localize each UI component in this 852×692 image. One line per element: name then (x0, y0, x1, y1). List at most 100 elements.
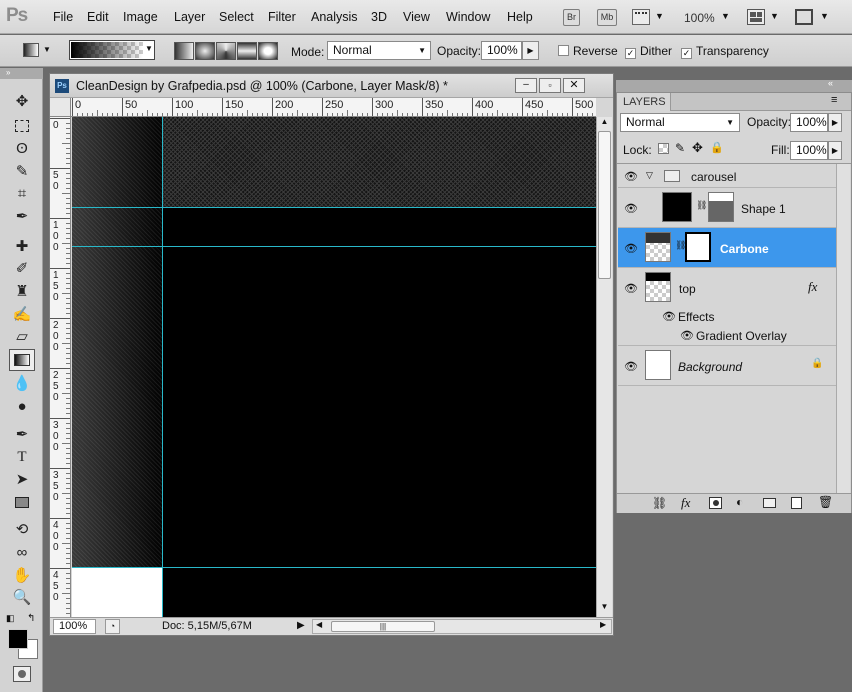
transparency-check[interactable]: ✓ (681, 48, 692, 59)
status-menu-arrow-icon[interactable]: ▶ (297, 619, 309, 634)
layers-tab[interactable]: LAYERS (617, 93, 671, 111)
new-layer-icon[interactable] (791, 497, 802, 509)
gradient-tool-icon[interactable] (9, 349, 35, 371)
add-mask-icon[interactable] (709, 497, 722, 509)
chevron-down-icon[interactable]: ▼ (820, 11, 829, 21)
panel-menu-icon[interactable]: ≡ (831, 94, 837, 106)
zoom-tool-icon[interactable]: 🔍 (9, 587, 35, 609)
expand-triangle-icon[interactable]: ▽ (646, 170, 653, 181)
menu-layer[interactable]: Layer (174, 10, 205, 24)
bridge-button[interactable]: Br (563, 9, 580, 26)
collapse-panel-icon[interactable]: « (828, 78, 833, 88)
scroll-up-icon[interactable]: ▲ (597, 117, 612, 129)
layer-row-carousel[interactable]: 👁 ▽ carousel (618, 164, 837, 188)
gradient-picker[interactable]: ▼ (69, 40, 155, 60)
fill-slider-arrow-icon[interactable]: ▶ (828, 141, 842, 160)
crop-tool-icon[interactable]: ⌗ (9, 183, 35, 205)
new-group-icon[interactable] (763, 498, 776, 508)
visibility-eye-icon[interactable]: 👁 (680, 329, 694, 342)
transparency-checkbox[interactable]: ✓ Transparency (681, 44, 769, 59)
history-brush-tool-icon[interactable]: ✍ (9, 304, 35, 326)
horizontal-scrollbar[interactable]: ◀ ||| ▶ (312, 619, 612, 634)
move-tool-icon[interactable]: ✥ (9, 91, 35, 113)
visibility-eye-icon[interactable]: 👁 (624, 360, 638, 373)
clone-stamp-tool-icon[interactable]: ♜ (9, 281, 35, 303)
menu-file[interactable]: File (53, 10, 73, 24)
screen-mode-icon[interactable] (795, 9, 813, 25)
reverse-checkbox[interactable]: Reverse (558, 44, 618, 58)
lock-all-icon[interactable]: 🔒 (710, 141, 724, 154)
layer-mask-thumbnail[interactable] (685, 232, 711, 262)
layer-row-background[interactable]: 👁 Background 🔒 (618, 346, 837, 386)
mode-select[interactable]: Normal ▼ (327, 41, 431, 60)
lock-position-icon[interactable]: ✥ (692, 140, 703, 156)
3d-orbit-tool-icon[interactable]: ∞ (9, 542, 35, 564)
chevron-down-icon[interactable]: ▼ (721, 11, 730, 21)
blend-mode-select[interactable]: Normal ▼ (620, 113, 740, 132)
scroll-right-icon[interactable]: ▶ (600, 620, 606, 629)
collapse-icon[interactable]: » (0, 68, 43, 79)
vertical-guide[interactable] (162, 117, 163, 617)
visibility-eye-icon[interactable]: 👁 (662, 310, 676, 323)
dither-checkbox[interactable]: ✓ Dither (625, 44, 672, 59)
default-colors-icon[interactable]: ◧ (6, 613, 15, 624)
visibility-eye-icon[interactable]: 👁 (624, 202, 638, 215)
horizontal-guide[interactable] (72, 246, 596, 247)
arrange-documents-icon[interactable] (747, 9, 765, 25)
menu-window[interactable]: Window (446, 10, 490, 24)
mini-bridge-button[interactable]: Mb (597, 9, 617, 26)
lock-transparent-icon[interactable] (658, 143, 669, 154)
fx-icon[interactable]: fx (808, 279, 817, 295)
close-button[interactable]: ✕ (563, 78, 585, 93)
opacity-input[interactable]: 100% (481, 41, 522, 60)
link-layers-icon[interactable]: ⛓ (652, 496, 667, 510)
status-zoom-input[interactable]: 100% (53, 619, 96, 634)
ruler-origin[interactable] (50, 98, 71, 117)
menu-select[interactable]: Select (219, 10, 254, 24)
visibility-eye-icon[interactable]: 👁 (624, 242, 638, 255)
minimize-button[interactable]: – (515, 78, 537, 93)
diamond-gradient-button[interactable] (258, 42, 278, 60)
adjustment-layer-icon[interactable]: ◐ (736, 495, 743, 509)
visibility-eye-icon[interactable]: 👁 (624, 282, 638, 295)
chevron-down-icon[interactable]: ▼ (145, 44, 153, 53)
hand-tool-icon[interactable]: ✋ (9, 565, 35, 587)
gradient-overlay-row[interactable]: 👁 Gradient Overlay (618, 326, 837, 346)
status-info-icon[interactable]: ◔ (105, 619, 120, 634)
horizontal-guide[interactable] (72, 567, 596, 568)
vector-mask-thumbnail[interactable] (708, 192, 734, 222)
horizontal-scroll-thumb[interactable]: ||| (331, 621, 435, 632)
quick-mask-icon[interactable] (13, 666, 31, 682)
menu-image[interactable]: Image (123, 10, 158, 24)
type-tool-icon[interactable]: T (9, 446, 35, 468)
pen-tool-icon[interactable]: ✒ (9, 424, 35, 446)
radial-gradient-button[interactable] (195, 42, 215, 60)
scroll-down-icon[interactable]: ▼ (597, 602, 612, 614)
lasso-tool-icon[interactable]: ʘ (9, 138, 35, 160)
blur-tool-icon[interactable]: 💧 (9, 373, 35, 395)
reverse-check[interactable] (558, 45, 569, 56)
path-selection-tool-icon[interactable]: ➤ (9, 469, 35, 491)
zoom-level[interactable]: 100% (684, 11, 715, 25)
effects-row[interactable]: 👁 Effects (618, 308, 837, 326)
horizontal-guide[interactable] (72, 207, 596, 208)
dither-check[interactable]: ✓ (625, 48, 636, 59)
chevron-down-icon[interactable]: ▼ (770, 11, 779, 21)
menu-3d[interactable]: 3D (371, 10, 387, 24)
add-layer-style-icon[interactable]: fx (681, 495, 690, 511)
vertical-scroll-thumb[interactable] (598, 131, 611, 279)
opacity-slider-arrow-icon[interactable]: ▶ (522, 41, 539, 60)
brush-tool-icon[interactable]: ✐ (9, 258, 35, 280)
fill-input[interactable]: 100% (790, 141, 828, 160)
canvas[interactable] (72, 117, 596, 617)
foreground-color-swatch[interactable] (8, 629, 28, 649)
chain-link-icon[interactable]: ⛓ (696, 200, 707, 211)
view-extras-icon[interactable] (632, 9, 650, 25)
linear-gradient-button[interactable] (174, 42, 194, 60)
reflected-gradient-button[interactable] (237, 42, 257, 60)
menu-filter[interactable]: Filter (268, 10, 296, 24)
trash-icon[interactable]: 🗑 (818, 495, 833, 509)
layers-scrollbar[interactable] (836, 164, 850, 494)
eyedropper-tool-icon[interactable]: ✒ (9, 206, 35, 228)
layer-row-top[interactable]: 👁 top fx (618, 268, 837, 308)
